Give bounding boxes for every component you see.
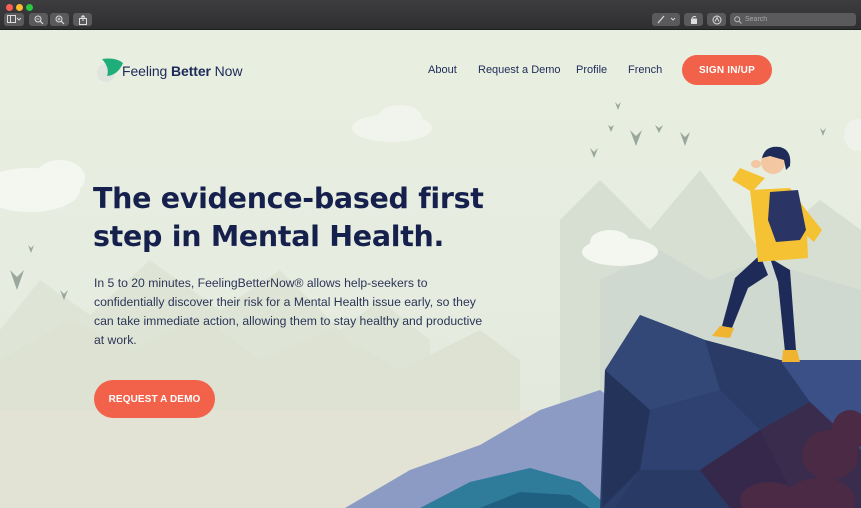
zoom-in-button[interactable]	[50, 13, 69, 26]
markup-circle-icon	[712, 15, 721, 24]
brand-name: Feeling Better Now	[122, 63, 243, 79]
hero-illustration	[0, 102, 861, 508]
request-demo-button[interactable]: REQUEST A DEMO	[94, 380, 215, 418]
rotate-icon	[690, 15, 697, 24]
close-window-button[interactable]	[6, 4, 13, 11]
zoom-window-button[interactable]	[26, 4, 33, 11]
headline-line-1: The evidence-based first	[93, 182, 484, 215]
search-input[interactable]	[745, 16, 855, 23]
search-icon	[734, 15, 742, 24]
search-field[interactable]	[730, 13, 856, 26]
cloud-left	[0, 160, 85, 212]
zoom-out-icon	[34, 15, 43, 24]
share-button[interactable]	[73, 13, 92, 26]
nav-about-link[interactable]: About	[428, 64, 457, 76]
annotate-button[interactable]	[707, 13, 726, 26]
zoom-in-icon	[55, 15, 64, 24]
markup-button[interactable]	[652, 13, 680, 26]
logo-icon	[97, 58, 123, 82]
cloud-top	[352, 105, 432, 142]
web-page: Feeling Better Now About Request a Demo …	[0, 30, 861, 508]
nav-request-demo-link[interactable]: Request a Demo	[478, 64, 561, 76]
nav-french-link[interactable]: French	[628, 64, 662, 76]
sidebar-icon	[7, 15, 21, 23]
zoom-out-button[interactable]	[29, 13, 48, 26]
window-toolbar	[0, 0, 861, 30]
brand-logo[interactable]: Feeling Better Now	[96, 57, 242, 85]
headline-line-2: step in Mental Health.	[93, 220, 445, 253]
minimize-window-button[interactable]	[16, 4, 23, 11]
hero-description: In 5 to 20 minutes, FeelingBetterNow® al…	[94, 276, 483, 347]
page-title: The evidence-based first step in Mental …	[93, 180, 523, 256]
nav-profile-link[interactable]: Profile	[576, 64, 607, 76]
pen-icon	[657, 15, 676, 24]
share-icon	[78, 14, 87, 25]
sidebar-toggle-button[interactable]	[4, 13, 24, 26]
rotate-button[interactable]	[684, 13, 703, 26]
sign-in-button[interactable]: SIGN IN/UP	[682, 55, 772, 85]
